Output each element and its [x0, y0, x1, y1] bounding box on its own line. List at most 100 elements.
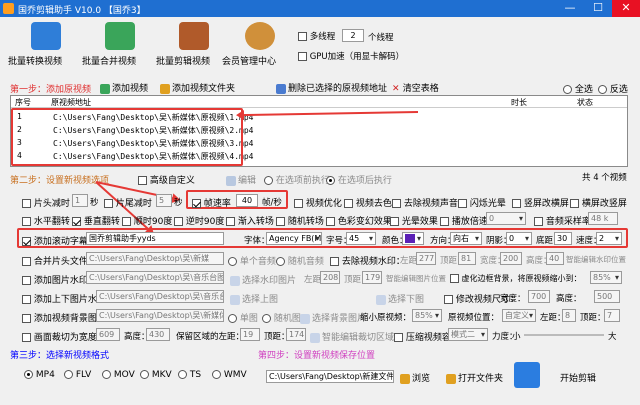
clear-table-button[interactable]: ✕ 清空表格 [392, 81, 439, 94]
choose-top-button[interactable]: 选择上图 [230, 292, 278, 305]
batch-merge-button[interactable]: 批量合并视频 [82, 20, 158, 72]
multithread-checkbox[interactable] [298, 32, 307, 41]
crop-width-input[interactable]: 609 [96, 328, 120, 341]
sample-option[interactable]: 音频采样率 [534, 214, 591, 227]
ccw90-option[interactable]: 逆时90度 [174, 214, 224, 227]
flash-option[interactable]: 闪烁光晕 [458, 196, 506, 209]
wm-top-input[interactable]: 81 [458, 252, 476, 265]
wm-width-input[interactable]: 200 [500, 252, 522, 265]
subtitle-checkbox[interactable] [22, 237, 31, 246]
wm-height-input[interactable]: 40 [546, 252, 564, 265]
h2v-option[interactable]: 横屏改竖屏 [570, 196, 627, 209]
deblack-checkbox[interactable] [344, 199, 353, 208]
crop-height-input[interactable]: 430 [146, 328, 170, 341]
vflip-checkbox[interactable] [72, 217, 81, 226]
pos-top-input[interactable]: 7 [604, 309, 620, 322]
cw90-checkbox[interactable] [122, 217, 131, 226]
pic-path[interactable]: C:\Users\Fang\Desktop\吴\音乐台图片 [86, 271, 224, 284]
multithread-option[interactable]: 多线程 [298, 30, 335, 42]
resize-width-input[interactable]: 700 [528, 290, 550, 303]
color-picker[interactable] [402, 232, 424, 245]
framerate-checkbox[interactable] [192, 199, 201, 208]
format-mkv[interactable]: MKV [140, 370, 172, 380]
remove-wm-option[interactable]: 去除视频水印： [330, 254, 405, 267]
gpu-checkbox[interactable] [298, 52, 307, 61]
h2v-checkbox[interactable] [570, 199, 579, 208]
select-all-radio[interactable] [563, 85, 572, 94]
fadein-option[interactable]: 渐入转场 [226, 214, 274, 227]
size-select[interactable]: 45 [346, 232, 376, 245]
pic-left-input[interactable]: 208 [320, 271, 340, 284]
format-mkv-radio[interactable] [140, 370, 149, 379]
format-ts[interactable]: TS [178, 370, 201, 380]
color-effect-option[interactable]: 色彩变幻效果 [326, 214, 392, 227]
after-option[interactable]: 在选项后执行 [326, 173, 392, 186]
trim-tail-checkbox[interactable] [104, 199, 113, 208]
maximize-button[interactable]: ☐ [584, 0, 612, 17]
trim-tail-input[interactable]: 5 [156, 194, 172, 207]
remove-wm-checkbox[interactable] [330, 257, 339, 266]
format-mov[interactable]: MOV [102, 370, 135, 380]
before-radio[interactable] [264, 176, 273, 185]
sample-checkbox[interactable] [534, 217, 543, 226]
ccw90-checkbox[interactable] [174, 217, 183, 226]
choose-bg-button[interactable]: 选择背景图片 [300, 311, 366, 324]
save-path-input[interactable]: C:\Users\Fang\Desktop\新建文件夹 [266, 370, 394, 383]
speed-checkbox[interactable] [440, 217, 449, 226]
open-folder-button[interactable]: 打开文件夹 [446, 371, 503, 384]
add-video-button[interactable]: 添加视频 [100, 81, 148, 94]
cover-head-checkbox[interactable] [22, 257, 31, 266]
topbot-path[interactable]: C:\Users\Fang\Desktop\吴\音乐台 [96, 290, 224, 303]
pos-left-input[interactable]: 8 [562, 309, 576, 322]
add-bg-checkbox[interactable] [22, 314, 31, 323]
invert-option[interactable]: 反选 [598, 82, 628, 95]
hflip-checkbox[interactable] [22, 217, 31, 226]
advanced-option[interactable]: 高级自定义 [138, 173, 195, 186]
font-select[interactable]: Agency FB(M) [266, 232, 322, 245]
remove-audio-checkbox[interactable] [392, 199, 401, 208]
single-audio-option[interactable]: 单个音频 [228, 254, 276, 267]
remove-audio-option[interactable]: 去除视频声音 [392, 196, 458, 209]
threads-input[interactable]: 2 [342, 29, 364, 42]
blur-select[interactable]: 85% [590, 271, 622, 284]
start-edit-button[interactable]: 开始剪辑 [560, 371, 596, 384]
trim-head-checkbox[interactable] [22, 199, 31, 208]
batch-edit-button[interactable]: 批量剪辑视频 [156, 20, 232, 72]
delete-selected-button[interactable]: 删除已选择的原视频地址 [276, 81, 387, 94]
after-radio[interactable] [326, 176, 335, 185]
flash-checkbox[interactable] [458, 199, 467, 208]
scroll-speed-select[interactable]: 2 [596, 232, 622, 245]
select-all-option[interactable]: 全选 [563, 82, 593, 95]
shrink-select[interactable]: 85% [412, 309, 442, 322]
shrink-pos-select[interactable]: 自定义 [502, 309, 536, 322]
vflip-option[interactable]: 垂直翻转 [72, 214, 120, 227]
trim-head-input[interactable]: 1 [72, 194, 88, 207]
choose-wm-button[interactable]: 选择水印图片 [230, 273, 296, 286]
direction-select[interactable]: 向右 [450, 232, 482, 245]
batch-convert-button[interactable]: 批量转换视频 [8, 20, 84, 72]
gpu-option[interactable]: GPU加速（用显卡解码） [298, 50, 404, 62]
optimize-checkbox[interactable] [294, 199, 303, 208]
fadeout-checkbox[interactable] [276, 217, 285, 226]
random-audio-radio[interactable] [276, 257, 285, 266]
wm-left-input[interactable]: 277 [416, 252, 436, 265]
format-mp4[interactable]: MP4 [24, 370, 55, 380]
blur-bg-checkbox[interactable] [450, 274, 459, 283]
random-pic-option[interactable]: 随机图 [262, 311, 301, 324]
invert-radio[interactable] [598, 85, 607, 94]
v2h-checkbox[interactable] [512, 199, 521, 208]
choose-bottom-button[interactable]: 选择下图 [376, 292, 424, 305]
edit-button[interactable]: 编辑 [226, 173, 256, 186]
resize-height-input[interactable]: 500 [594, 290, 620, 303]
hflip-option[interactable]: 水平翻转 [22, 214, 70, 227]
crop-option[interactable]: 画面裁切为宽度： [22, 330, 106, 343]
smart-wm-button[interactable]: 智能编辑水印位置 [566, 254, 626, 265]
deblack-option[interactable]: 视频去色 [344, 196, 392, 209]
fadein-checkbox[interactable] [226, 217, 235, 226]
speed-option[interactable]: 播放倍速 [440, 214, 488, 227]
blur-bg-option[interactable]: 虚化边框背景，将原视频缩小到： [450, 273, 582, 284]
smart-pic-button[interactable]: 智能编辑图片位置 [386, 273, 446, 284]
subtitle-input[interactable]: 国乔剪辑助手yyds [86, 232, 224, 245]
add-pic-checkbox[interactable] [22, 276, 31, 285]
add-topbot-checkbox[interactable] [22, 295, 31, 304]
